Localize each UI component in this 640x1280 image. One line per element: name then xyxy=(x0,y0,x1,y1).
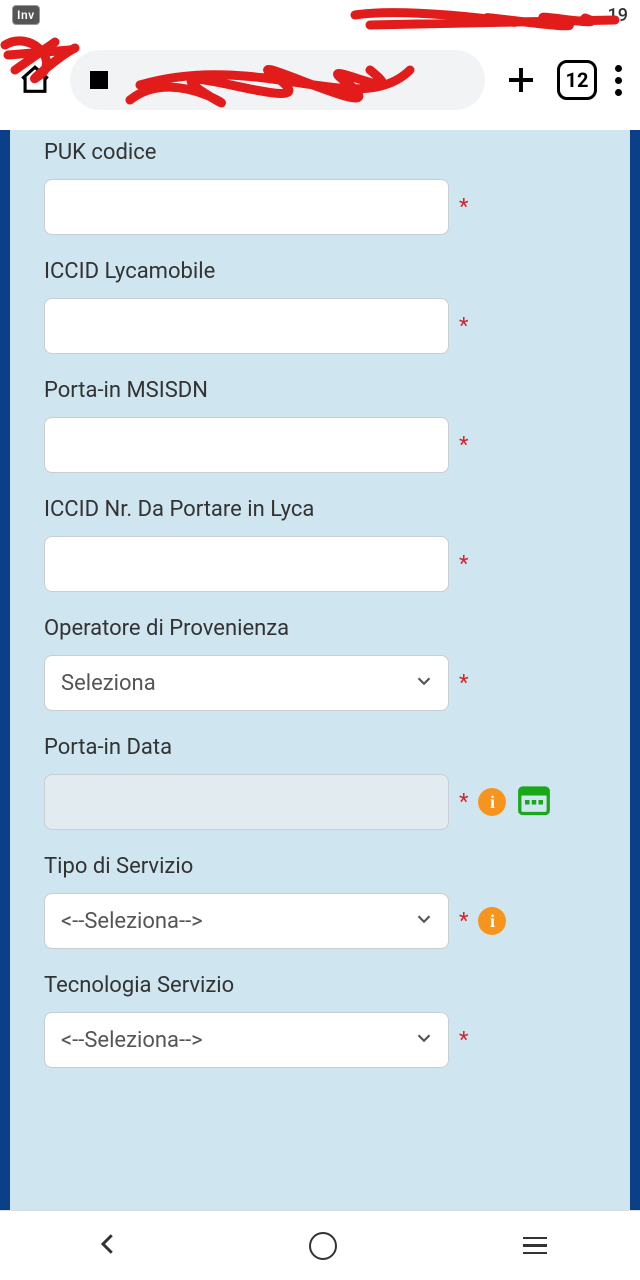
required-marker: * xyxy=(459,790,468,815)
kebab-icon xyxy=(615,65,622,96)
field-msisdn: Porta-in MSISDN * xyxy=(44,378,596,473)
label-iccid-port: ICCID Nr. Da Portare in Lyca xyxy=(44,497,596,522)
back-button[interactable] xyxy=(93,1229,123,1263)
required-marker: * xyxy=(459,1028,468,1053)
recents-button[interactable] xyxy=(523,1237,547,1255)
select-tech[interactable]: <--Seleziona--> xyxy=(44,1012,449,1068)
overflow-menu-button[interactable] xyxy=(615,65,622,96)
tabs-count: 12 xyxy=(566,68,589,92)
required-marker: * xyxy=(459,671,468,696)
input-puk[interactable] xyxy=(44,179,449,235)
required-marker: * xyxy=(459,909,468,934)
url-bar[interactable] xyxy=(70,50,485,110)
label-operator: Operatore di Provenienza xyxy=(44,616,596,641)
select-service-type[interactable]: <--Seleziona--> xyxy=(44,893,449,949)
field-puk: PUK codice * xyxy=(44,140,596,235)
label-puk: PUK codice xyxy=(44,140,596,165)
label-date: Porta-in Data xyxy=(44,735,596,760)
home-icon[interactable] xyxy=(18,63,52,97)
system-nav-bar xyxy=(0,1210,640,1280)
status-bar: Inv 19 xyxy=(0,0,640,30)
select-operator-value: Seleziona xyxy=(61,671,156,696)
select-operator[interactable]: Seleziona xyxy=(44,655,449,711)
input-date[interactable] xyxy=(44,774,449,830)
status-time: 19 xyxy=(608,5,628,26)
required-marker: * xyxy=(459,195,468,220)
input-iccid-lyca[interactable] xyxy=(44,298,449,354)
label-tech: Tecnologia Servizio xyxy=(44,973,596,998)
info-icon[interactable]: i xyxy=(478,788,506,816)
calendar-icon[interactable] xyxy=(516,782,552,822)
field-service-type: Tipo di Servizio <--Seleziona--> * i xyxy=(44,854,596,949)
field-tech: Tecnologia Servizio <--Seleziona--> * xyxy=(44,973,596,1068)
menu-lines-icon xyxy=(523,1237,547,1255)
required-marker: * xyxy=(459,433,468,458)
field-date: Porta-in Data * i xyxy=(44,735,596,830)
browser-toolbar: 12 xyxy=(0,30,640,130)
field-operator: Operatore di Provenienza Seleziona * xyxy=(44,616,596,711)
select-tech-value: <--Seleziona--> xyxy=(61,1028,203,1053)
input-msisdn[interactable] xyxy=(44,417,449,473)
form-container: PUK codice * ICCID Lycamobile * Porta-in… xyxy=(10,130,630,1210)
field-iccid-port: ICCID Nr. Da Portare in Lyca * xyxy=(44,497,596,592)
circle-icon xyxy=(309,1232,337,1260)
app-badge: Inv xyxy=(12,5,40,25)
field-iccid-lyca: ICCID Lycamobile * xyxy=(44,259,596,354)
home-button[interactable] xyxy=(309,1232,337,1260)
tabs-button[interactable]: 12 xyxy=(557,60,597,100)
info-icon[interactable]: i xyxy=(478,907,506,935)
label-msisdn: Porta-in MSISDN xyxy=(44,378,596,403)
select-service-type-value: <--Seleziona--> xyxy=(61,909,203,934)
label-iccid-lyca: ICCID Lycamobile xyxy=(44,259,596,284)
input-iccid-port[interactable] xyxy=(44,536,449,592)
required-marker: * xyxy=(459,552,468,577)
label-service-type: Tipo di Servizio xyxy=(44,854,596,879)
new-tab-button[interactable] xyxy=(503,62,539,98)
site-identity-icon xyxy=(90,71,108,89)
required-marker: * xyxy=(459,314,468,339)
